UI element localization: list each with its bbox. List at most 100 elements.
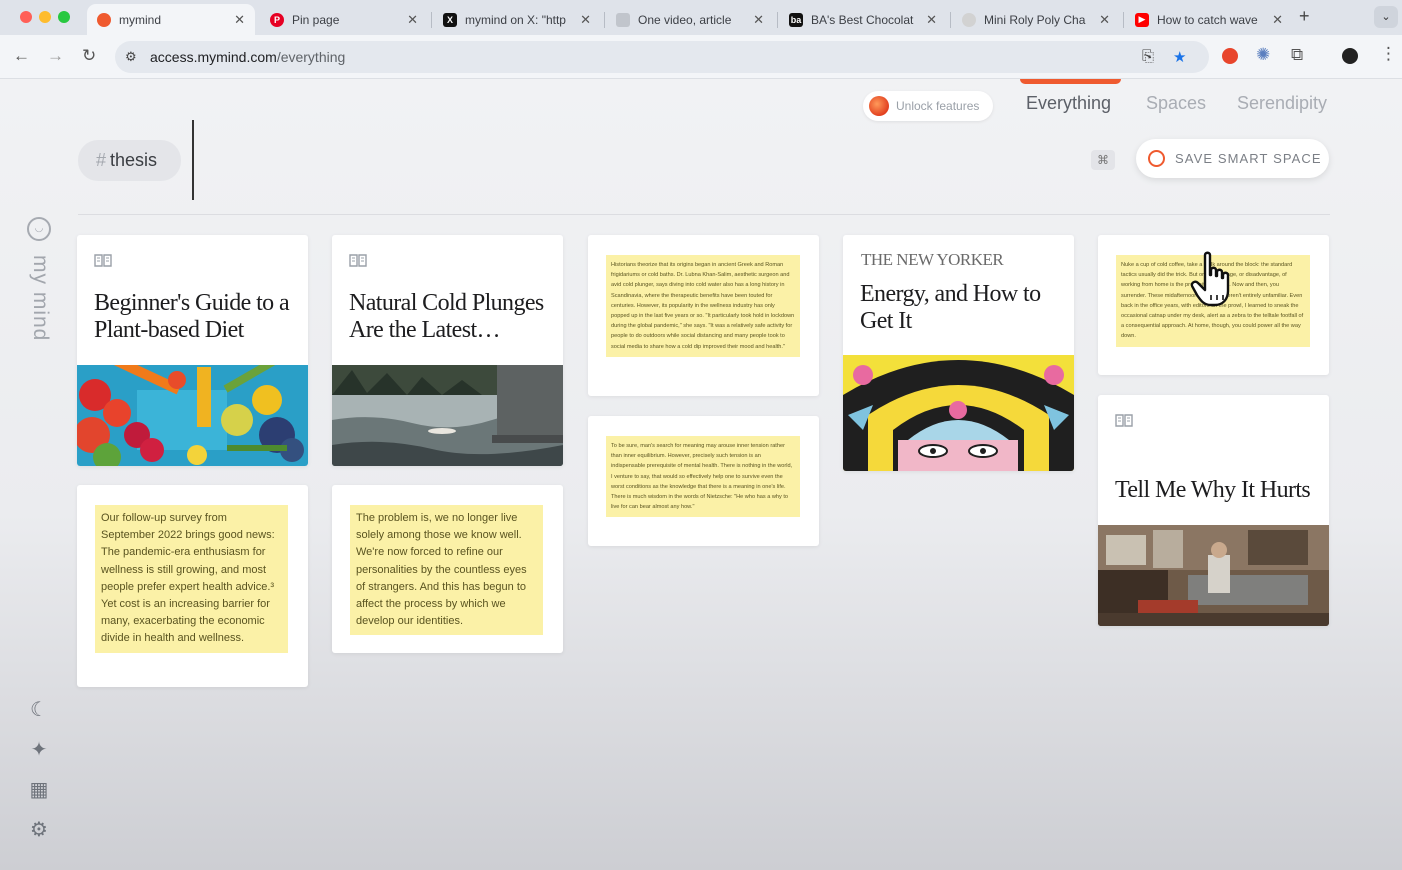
install-app-icon[interactable]: ⎘ xyxy=(1142,48,1154,65)
close-icon[interactable]: ✕ xyxy=(234,12,245,28)
card-tell-me-why-it-hurts[interactable]: Tell Me Why It Hurts xyxy=(1098,395,1329,626)
tab-serendipity[interactable]: Serendipity xyxy=(1237,93,1327,114)
browser-tab-chocolate[interactable]: ba BA's Best Chocolat ✕ xyxy=(779,4,947,35)
card-survey-quote[interactable]: Our follow-up survey from September 2022… xyxy=(77,485,308,687)
living-room-image xyxy=(1098,525,1329,626)
hand-pointer-cursor-icon xyxy=(1191,251,1230,307)
browser-tab-roly-poly[interactable]: Mini Roly Poly Cha ✕ xyxy=(952,4,1120,35)
new-yorker-logo: THE NEW YORKER xyxy=(861,250,1004,269)
flame-icon xyxy=(869,96,889,116)
grid-icon[interactable]: ▦ xyxy=(26,777,52,803)
browser-toolbar: ← → ↻ ⚙ access.mymind.com/everything ⎘ ★… xyxy=(0,35,1402,79)
url-path: /everything xyxy=(276,49,346,65)
mymind-flame-icon xyxy=(97,12,111,27)
browser-tab-strip: mymind ✕ P Pin page ✕ X mymind on X: "ht… xyxy=(0,0,1402,35)
mymind-logo-icon[interactable]: ◡ xyxy=(27,217,51,241)
lake-image xyxy=(332,365,563,466)
browser-tab-mymind[interactable]: mymind ✕ xyxy=(87,4,255,35)
illustration-image xyxy=(843,355,1074,471)
search-tag-pill[interactable]: # thesis xyxy=(78,140,181,181)
tab-label: mymind on X: "http xyxy=(465,12,566,27)
close-icon[interactable]: ✕ xyxy=(1272,12,1283,28)
bookmark-star-icon[interactable]: ★ xyxy=(1173,48,1186,66)
tab-separator xyxy=(1123,12,1124,28)
book-icon xyxy=(94,254,112,267)
youtube-icon: ▶ xyxy=(1135,12,1149,27)
tab-separator xyxy=(431,12,432,28)
browser-menu-icon[interactable]: ⋮ xyxy=(1380,44,1397,64)
back-arrow-icon[interactable]: ← xyxy=(13,46,30,66)
puzzle-icon xyxy=(616,12,630,27)
globe-icon xyxy=(962,12,976,27)
highlight-quote: Our follow-up survey from September 2022… xyxy=(95,505,288,653)
hash-icon: # xyxy=(96,150,107,170)
tab-spaces[interactable]: Spaces xyxy=(1146,93,1206,114)
browser-tab-youtube[interactable]: ▶ How to catch wave ✕ xyxy=(1125,4,1293,35)
browser-tab-x[interactable]: X mymind on X: "http ✕ xyxy=(433,4,601,35)
tab-label: mymind xyxy=(119,12,162,27)
header-divider xyxy=(78,214,1330,215)
card-title: Beginner's Guide to a Plant-based Diet xyxy=(94,290,290,343)
tab-search-chevron-icon[interactable]: ⌄ xyxy=(1374,6,1398,28)
moon-icon[interactable]: ☾ xyxy=(26,697,52,723)
forward-arrow-icon[interactable]: → xyxy=(47,46,64,66)
extensions-puzzle-icon[interactable]: ⧉ xyxy=(1291,45,1303,65)
card-title: Energy, and How to Get It xyxy=(860,281,1041,334)
window-close-button[interactable] xyxy=(20,11,32,23)
window-minimize-button[interactable] xyxy=(39,11,51,23)
tab-label: Pin page xyxy=(292,12,340,27)
close-icon[interactable]: ✕ xyxy=(407,12,418,28)
unlock-label: Unlock features xyxy=(896,99,980,113)
profile-avatar-icon[interactable] xyxy=(1342,48,1358,64)
pinterest-icon: P xyxy=(270,12,284,27)
window-maximize-button[interactable] xyxy=(58,11,70,23)
tag-label: thesis xyxy=(110,150,158,170)
mymind-extension-icon[interactable] xyxy=(1222,48,1238,64)
save-label: SAVE SMART SPACE xyxy=(1175,151,1322,166)
ba-icon: ba xyxy=(789,12,803,27)
tab-separator xyxy=(777,12,778,28)
x-icon: X xyxy=(443,12,457,27)
site-info-icon[interactable]: ⚙ xyxy=(125,49,137,65)
close-icon[interactable]: ✕ xyxy=(1099,12,1110,28)
close-icon[interactable]: ✕ xyxy=(753,12,764,28)
tab-everything[interactable]: Everything xyxy=(1026,93,1111,114)
card-meaning-quote[interactable]: To be sure, man's search for meaning may… xyxy=(588,416,819,546)
browser-tab-one-video[interactable]: One video, article ✕ xyxy=(606,4,774,35)
card-cold-bath-history[interactable]: Historians theorize that its origins beg… xyxy=(588,235,819,396)
ring-icon xyxy=(1148,150,1165,167)
sparkle-icon[interactable]: ✦ xyxy=(26,737,52,763)
vegetables-image xyxy=(77,365,308,466)
url-text: access.mymind.com/everything xyxy=(150,49,345,65)
search-text-cursor xyxy=(192,120,194,200)
card-identity-quote[interactable]: The problem is, we no longer live solely… xyxy=(332,485,563,653)
browser-tab-pinterest[interactable]: P Pin page ✕ xyxy=(260,4,428,35)
highlight-quote: Historians theorize that its origins beg… xyxy=(606,255,800,357)
active-tab-indicator xyxy=(1020,79,1121,84)
unlock-features-button[interactable]: Unlock features xyxy=(863,91,993,121)
book-icon xyxy=(1115,414,1133,427)
command-key-icon: ⌘ xyxy=(1091,150,1115,170)
tab-label: One video, article xyxy=(638,12,732,27)
card-title: Natural Cold Plunges Are the Latest… xyxy=(349,290,544,343)
gear-icon[interactable]: ⚙ xyxy=(26,817,52,843)
tab-separator xyxy=(950,12,951,28)
card-plant-based-diet[interactable]: Beginner's Guide to a Plant-based Diet xyxy=(77,235,308,466)
new-tab-button[interactable]: + xyxy=(1299,6,1310,27)
highlight-quote: The problem is, we no longer live solely… xyxy=(350,505,543,636)
close-icon[interactable]: ✕ xyxy=(926,12,937,28)
close-icon[interactable]: ✕ xyxy=(580,12,591,28)
tab-label: How to catch wave xyxy=(1157,12,1258,27)
highlight-quote: To be sure, man's search for meaning may… xyxy=(606,436,800,518)
tab-separator xyxy=(604,12,605,28)
address-bar[interactable]: ⚙ access.mymind.com/everything ⎘ ★ xyxy=(115,41,1209,73)
settings-extension-icon[interactable]: ✺ xyxy=(1256,45,1270,65)
card-energy-article[interactable]: THE NEW YORKER Energy, and How to Get It xyxy=(843,235,1074,471)
mymind-app: Unlock features Everything Spaces Serend… xyxy=(0,79,1402,870)
reload-icon[interactable]: ↻ xyxy=(82,46,96,66)
tab-label: Mini Roly Poly Cha xyxy=(984,12,1086,27)
card-cold-plunges[interactable]: Natural Cold Plunges Are the Latest… xyxy=(332,235,563,466)
save-smart-space-button[interactable]: SAVE SMART SPACE xyxy=(1136,139,1329,178)
card-title: Tell Me Why It Hurts xyxy=(1115,477,1311,503)
book-icon xyxy=(349,254,367,267)
